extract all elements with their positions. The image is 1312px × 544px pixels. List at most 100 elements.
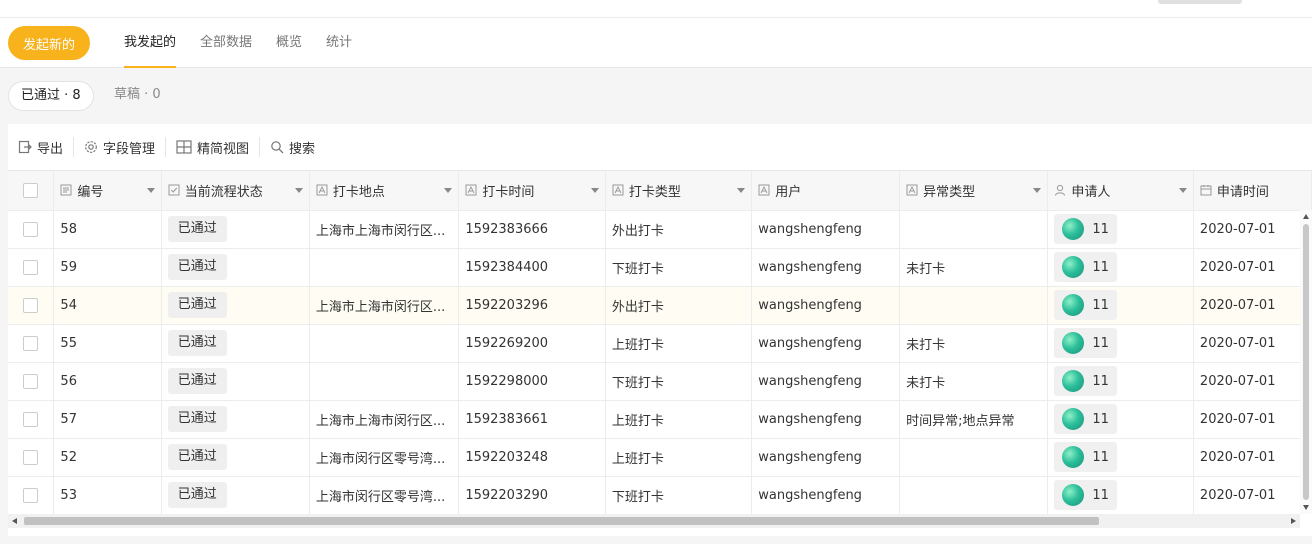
applicant-chip[interactable]: 11 (1054, 480, 1117, 510)
cell-time: 1592298000 (458, 362, 606, 401)
row-checkbox[interactable] (23, 221, 39, 237)
field-type-icon (168, 184, 180, 196)
cell-time: 1592203290 (458, 476, 606, 514)
export-button[interactable]: 导出 (18, 137, 75, 157)
col-header-applicant[interactable]: 申请人 (1047, 171, 1194, 211)
chevron-down-icon[interactable] (737, 187, 746, 193)
select-all-checkbox[interactable] (23, 182, 39, 198)
row-checkbox[interactable] (23, 487, 39, 503)
simple-view-button[interactable]: 精简视图 (176, 137, 261, 157)
col-header-type[interactable]: 打卡类型 (605, 171, 753, 211)
row-select-cell (8, 210, 55, 249)
row-checkbox[interactable] (23, 259, 39, 275)
records-table: 编号 当前流程状态 打卡地点 打卡时间 打卡类型 用户 异常类型 申请人 申请时… (8, 171, 1312, 514)
table-row[interactable]: 54 已通过 上海市上海市闵行区... 1592203296 外出打卡 wangsheng… (8, 286, 1312, 325)
main-tabs: 我发起的 全部数据 概览 统计 (112, 18, 364, 68)
table-row[interactable]: 57 已通过 上海市上海市闵行区... 1592383661 上班打卡 wangsheng… (8, 400, 1312, 439)
cell-applicant: 11 (1047, 210, 1194, 249)
applicant-chip[interactable]: 11 (1054, 214, 1117, 244)
col-header-location[interactable]: 打卡地点 (309, 171, 460, 211)
cell-exception: 未打卡 (899, 362, 1049, 401)
cell-apply-time: 2020-07-01 (1193, 362, 1312, 401)
applicant-name: 11 (1092, 297, 1109, 313)
cell-user: wangshengfeng (751, 248, 901, 287)
applicant-chip[interactable]: 11 (1054, 252, 1117, 282)
applicant-chip[interactable]: 11 (1054, 290, 1117, 320)
cell-status: 已通过 (161, 324, 310, 363)
col-header-id[interactable]: 编号 (53, 171, 162, 211)
cell-location: 上海市闵行区零号湾... (309, 438, 460, 477)
row-checkbox[interactable] (23, 297, 39, 313)
col-label: 用户 (775, 184, 802, 200)
filter-approved[interactable]: 已通过 · 8 (8, 81, 94, 111)
col-header-status[interactable]: 当前流程状态 (161, 171, 310, 211)
person-icon (1055, 185, 1066, 196)
field-manage-button[interactable]: 字段管理 (84, 137, 167, 157)
cell-type: 上班打卡 (605, 324, 753, 363)
new-request-button[interactable]: 发起新的 (8, 26, 90, 60)
col-header-exception[interactable]: 异常类型 (899, 171, 1049, 211)
col-header-user[interactable]: 用户 (751, 171, 901, 211)
cell-type: 上班打卡 (605, 400, 753, 439)
table-row[interactable]: 55 已通过 1592269200 上班打卡 wangshengfeng 未打卡 11 202… (8, 324, 1312, 363)
col-header-time[interactable]: 打卡时间 (458, 171, 606, 211)
cell-applicant: 11 (1047, 248, 1194, 287)
filter-draft[interactable]: 草稿 · 0 (102, 81, 173, 111)
vertical-scroll-thumb[interactable] (1303, 224, 1309, 500)
data-table: 编号 当前流程状态 打卡地点 打卡时间 打卡类型 用户 异常类型 申请人 申请时… (8, 170, 1312, 514)
col-header-apply-time[interactable]: 申请时间 (1193, 171, 1312, 211)
cell-applicant: 11 (1047, 400, 1194, 439)
cell-location: 上海市闵行区零号湾... (309, 476, 460, 514)
row-checkbox[interactable] (23, 373, 39, 389)
vertical-scrollbar[interactable] (1300, 210, 1312, 514)
row-select-cell (8, 438, 55, 477)
top-control[interactable] (1158, 0, 1242, 4)
scroll-down-icon[interactable] (1303, 505, 1309, 510)
chevron-down-icon[interactable] (590, 187, 599, 193)
applicant-name: 11 (1092, 449, 1109, 465)
chevron-down-icon[interactable] (146, 187, 155, 193)
cell-location (309, 248, 460, 287)
chevron-down-icon[interactable] (1178, 187, 1187, 193)
tab-all-data[interactable]: 全部数据 (188, 18, 264, 68)
cell-applicant: 11 (1047, 438, 1194, 477)
tab-statistics[interactable]: 统计 (314, 18, 364, 68)
cell-exception (899, 286, 1049, 325)
scroll-left-icon[interactable] (12, 518, 17, 524)
field-type-icon (612, 184, 624, 196)
search-button[interactable]: 搜索 (270, 137, 325, 157)
chevron-down-icon[interactable] (444, 187, 453, 193)
field-type-icon (60, 184, 72, 196)
row-checkbox[interactable] (23, 449, 39, 465)
applicant-chip[interactable]: 11 (1054, 442, 1117, 472)
table-row[interactable]: 59 已通过 1592384400 下班打卡 wangshengfeng 未打卡 11 202… (8, 248, 1312, 287)
horizontal-scroll-thumb[interactable] (24, 517, 1099, 525)
tab-overview[interactable]: 概览 (264, 18, 314, 68)
scroll-up-icon[interactable] (1303, 214, 1309, 219)
chevron-down-icon[interactable] (294, 187, 303, 193)
chevron-down-icon[interactable] (1033, 187, 1042, 193)
applicant-chip[interactable]: 11 (1054, 328, 1117, 358)
table-row[interactable]: 56 已通过 1592298000 下班打卡 wangshengfeng 未打卡 11 202… (8, 362, 1312, 401)
table-row[interactable]: 52 已通过 上海市闵行区零号湾... 1592203248 上班打卡 wangsheng… (8, 438, 1312, 477)
col-label: 打卡地点 (332, 184, 385, 200)
tab-my-initiated[interactable]: 我发起的 (112, 18, 188, 68)
cell-user: wangshengfeng (751, 210, 901, 249)
applicant-chip[interactable]: 11 (1054, 366, 1117, 396)
row-checkbox[interactable] (23, 411, 39, 427)
cell-status: 已通过 (161, 286, 310, 325)
table-row[interactable]: 53 已通过 上海市闵行区零号湾... 1592203290 下班打卡 wangsheng… (8, 476, 1312, 514)
cell-type: 上班打卡 (605, 438, 753, 477)
avatar (1062, 256, 1085, 278)
gear-icon (85, 141, 97, 153)
row-checkbox[interactable] (23, 335, 39, 351)
cell-user: wangshengfeng (751, 324, 901, 363)
cell-status: 已通过 (161, 210, 310, 249)
applicant-chip[interactable]: 11 (1054, 404, 1117, 434)
export-label: 导出 (37, 141, 64, 157)
avatar (1062, 294, 1085, 316)
horizontal-scrollbar[interactable] (8, 514, 1300, 528)
cell-user: wangshengfeng (751, 286, 901, 325)
table-row[interactable]: 58 已通过 上海市上海市闵行区... 1592383666 外出打卡 wangsheng… (8, 210, 1312, 249)
scroll-right-icon[interactable] (1291, 518, 1296, 524)
